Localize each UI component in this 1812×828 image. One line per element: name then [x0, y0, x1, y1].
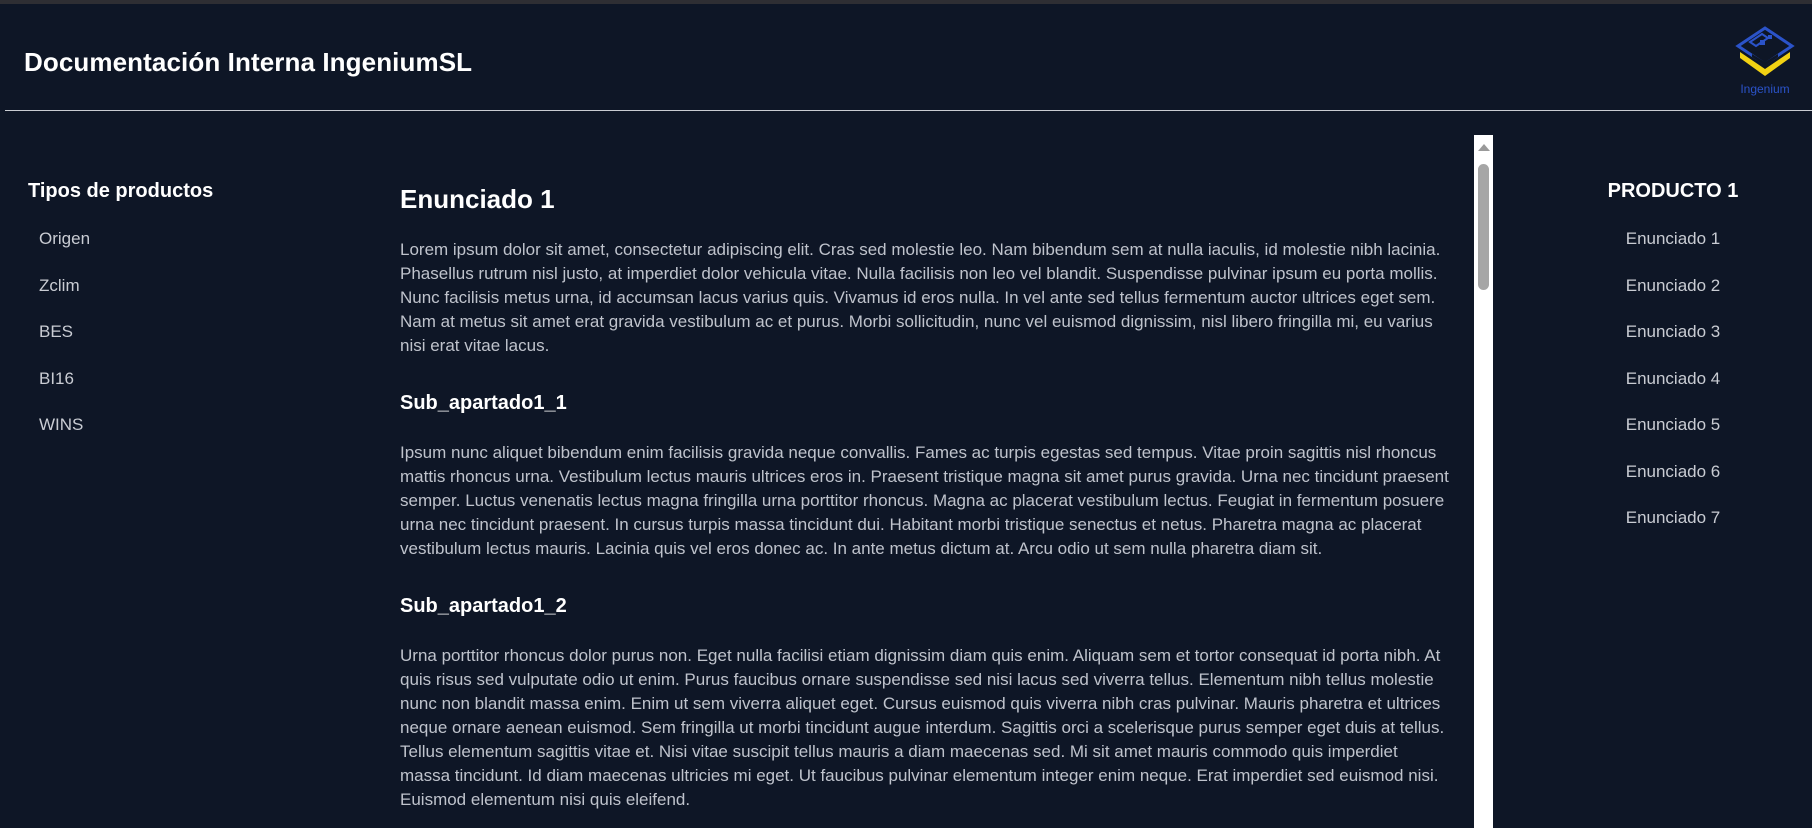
section-paragraph: Lorem ipsum dolor sit amet, consectetur …	[400, 240, 1441, 355]
page-header: Documentación Interna IngeniumSL Ingeniu…	[5, 4, 1812, 111]
product-sections-nav: PRODUCTO 1 Enunciado 1 Enunciado 2 Enunc…	[1573, 180, 1773, 555]
section-heading: Enunciado 1	[400, 184, 555, 214]
sidebar-item-wins[interactable]: WINS	[28, 415, 348, 462]
nav-item-enunciado-5[interactable]: Enunciado 5	[1573, 415, 1773, 462]
scrollbar-thumb[interactable]	[1478, 164, 1489, 290]
subsection-heading-2: Sub_apartado1_2	[400, 595, 567, 617]
content-scrollbar[interactable]	[1474, 135, 1493, 828]
nav-item-enunciado-1[interactable]: Enunciado 1	[1573, 229, 1773, 276]
sidebar-title: Tipos de productos	[28, 180, 214, 202]
main-content: Enunciado 1 Lorem ipsum dolor sit amet, …	[400, 135, 1475, 828]
page-title: Documentación Interna IngeniumSL	[24, 47, 473, 77]
scroll-up-arrow-icon[interactable]	[1478, 144, 1490, 151]
nav-item-enunciado-7[interactable]: Enunciado 7	[1573, 508, 1773, 555]
logo-text: Ingenium	[1740, 82, 1790, 96]
subsection-paragraph-2: Urna porttitor rhoncus dolor purus non. …	[400, 646, 1445, 809]
subsection-heading-1: Sub_apartado1_1	[400, 392, 567, 414]
sidebar-item-bi16[interactable]: BI16	[28, 369, 348, 416]
sidebar-list: Origen Zclim BES BI16 WINS	[28, 229, 348, 462]
sidebar-item-bes[interactable]: BES	[28, 322, 348, 369]
product-types-sidebar: Tipos de productos Origen Zclim BES BI16…	[28, 180, 348, 462]
ingenium-logo[interactable]: Ingenium	[1730, 24, 1800, 98]
nav-item-enunciado-4[interactable]: Enunciado 4	[1573, 369, 1773, 416]
product-sections-list: Enunciado 1 Enunciado 2 Enunciado 3 Enun…	[1573, 229, 1773, 555]
sidebar-item-zclim[interactable]: Zclim	[28, 276, 348, 323]
product-title: PRODUCTO 1	[1607, 180, 1739, 202]
nav-item-enunciado-3[interactable]: Enunciado 3	[1573, 322, 1773, 369]
logo-mark-icon	[1735, 26, 1795, 76]
subsection-paragraph-1: Ipsum nunc aliquet bibendum enim facilis…	[400, 443, 1449, 558]
sidebar-item-origen[interactable]: Origen	[28, 229, 348, 276]
nav-item-enunciado-6[interactable]: Enunciado 6	[1573, 462, 1773, 509]
nav-item-enunciado-2[interactable]: Enunciado 2	[1573, 276, 1773, 323]
